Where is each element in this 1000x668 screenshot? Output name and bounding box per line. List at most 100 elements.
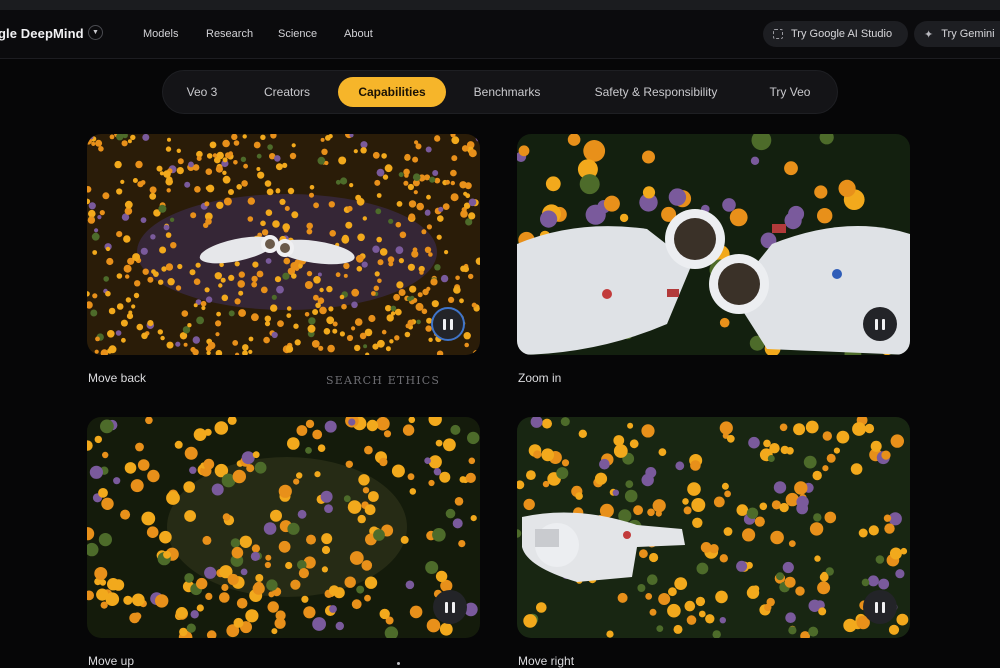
sunflower-texture: [187, 323, 192, 328]
sunflower-texture: [668, 587, 677, 597]
sunflower-texture: [134, 280, 141, 287]
foliage-texture: [305, 447, 312, 454]
sunflower-texture: [216, 201, 224, 209]
pause-button[interactable]: [863, 307, 897, 341]
tab-try-veo[interactable]: Try Veo: [753, 77, 827, 107]
sunflower-texture: [255, 574, 264, 582]
foliage-texture: [317, 156, 326, 165]
sunflower-texture: [361, 560, 373, 571]
foliage-texture: [90, 309, 98, 317]
sunflower-texture: [165, 146, 172, 152]
foliage-texture: [282, 272, 290, 280]
tab-creators[interactable]: Creators: [247, 77, 327, 107]
sunflower-texture: [125, 274, 130, 279]
sunflower-texture: [431, 300, 439, 308]
tab-safety-responsibility[interactable]: Safety & Responsibility: [573, 77, 739, 107]
sunflower-texture: [204, 287, 210, 293]
video-frame-sunflower-field-overhead[interactable]: [87, 417, 480, 638]
sunflower-texture: [362, 487, 370, 494]
sunflower-texture: [404, 331, 411, 338]
sunflower-texture: [216, 151, 224, 160]
sunflower-texture: [461, 145, 469, 152]
sunflower-texture: [382, 174, 389, 180]
sunflower-texture: [234, 261, 240, 267]
foliage-texture: [803, 455, 817, 469]
sunflower-texture: [247, 216, 254, 222]
sunflower-texture: [684, 600, 696, 612]
foliage-texture: [142, 134, 150, 141]
sunflower-texture: [107, 330, 115, 338]
tab-capabilities[interactable]: Capabilities: [338, 77, 446, 107]
sunflower-texture: [116, 188, 123, 195]
sunflower-texture: [159, 246, 167, 254]
sunflower-texture: [780, 445, 789, 455]
sunflower-texture: [241, 180, 248, 187]
nav-about[interactable]: About: [344, 28, 373, 40]
video-frame-astronauts-close-up[interactable]: [517, 134, 910, 355]
pause-button[interactable]: [863, 590, 897, 624]
pause-button[interactable]: [433, 590, 467, 624]
sunflower-texture: [151, 269, 156, 274]
brand-logo[interactable]: gle DeepMind: [0, 26, 84, 41]
sunflower-texture: [147, 320, 154, 327]
sunflower-texture: [228, 274, 235, 281]
pause-button[interactable]: [431, 307, 465, 341]
sunflower-texture: [311, 340, 320, 348]
sunflower-texture: [726, 434, 735, 443]
sunflower-texture: [222, 170, 227, 175]
card-caption-move-right: Move right: [518, 654, 575, 668]
try-ai-studio-button[interactable]: Try Google AI Studio: [763, 21, 908, 47]
sunflower-texture: [221, 583, 229, 592]
sunflower-texture: [285, 345, 294, 353]
sunflower-texture: [286, 313, 292, 318]
foliage-texture: [100, 419, 114, 434]
sunflower-texture: [343, 262, 350, 270]
sunflower-texture: [364, 445, 373, 455]
video-card-move-right[interactable]: [517, 417, 910, 638]
sunflower-texture: [354, 318, 363, 326]
sunflower-texture: [203, 458, 215, 470]
foliage-texture: [297, 509, 307, 519]
brand-menu-chevron-icon[interactable]: ▼: [88, 25, 103, 40]
sunflower-texture: [763, 439, 771, 448]
video-frame-astronaut-lying-in-field[interactable]: [517, 417, 910, 638]
video-card-move-up[interactable]: [87, 417, 480, 638]
foliage-texture: [265, 258, 272, 264]
try-gemini-button[interactable]: ✦ Try Gemini: [914, 21, 1000, 47]
foliage-texture: [228, 310, 235, 317]
sunflower-texture: [416, 202, 425, 211]
sunflower-texture: [329, 230, 336, 237]
sunflower-texture: [319, 287, 324, 293]
sunflower-texture: [291, 211, 299, 219]
tab-benchmarks[interactable]: Benchmarks: [457, 77, 557, 107]
card-caption-zoom-in: Zoom in: [518, 371, 562, 385]
sunflower-texture: [360, 147, 367, 154]
sunflower-texture: [206, 153, 213, 159]
foliage-texture: [434, 264, 441, 271]
sunflower-texture: [383, 430, 392, 438]
sunflower-texture: [105, 290, 111, 297]
sunflower-texture: [133, 292, 140, 299]
nav-research[interactable]: Research: [206, 28, 253, 40]
nav-science[interactable]: Science: [278, 28, 317, 40]
sunflower-texture: [691, 498, 706, 512]
sunflower-texture: [284, 206, 290, 211]
tab-veo-3[interactable]: Veo 3: [171, 77, 233, 107]
foliage-texture: [560, 417, 570, 427]
sunflower-texture: [176, 607, 188, 619]
sunflower-texture: [687, 482, 701, 496]
video-frame-astronauts-in-sunflower-field[interactable]: [87, 134, 480, 355]
gemini-spark-icon: ✦: [924, 28, 934, 41]
sunflower-texture: [450, 180, 455, 186]
sunflower-texture: [450, 169, 457, 177]
sunflower-texture: [759, 502, 768, 511]
foliage-texture: [782, 561, 794, 574]
sunflower-texture: [338, 156, 347, 165]
video-card-zoom-in[interactable]: [517, 134, 910, 355]
sunflower-texture: [377, 259, 384, 266]
nav-models[interactable]: Models: [143, 28, 178, 40]
sunflower-texture: [536, 602, 547, 613]
video-card-move-back[interactable]: [87, 134, 480, 355]
sunflower-texture: [362, 216, 367, 221]
foliage-texture: [329, 605, 337, 613]
